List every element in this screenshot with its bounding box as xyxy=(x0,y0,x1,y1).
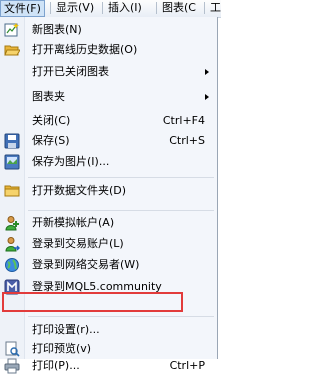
menu-item-label: 开新模拟帐户(A) xyxy=(32,216,115,229)
menu-item-open-data-folder[interactable]: 打开数据文件夹(D) xyxy=(0,181,217,201)
menu-item-label: 登录到交易账户(L) xyxy=(32,237,124,250)
menubar-separator xyxy=(102,2,103,14)
menu-item-open-offline[interactable]: 打开离线历史数据(O) xyxy=(0,40,217,60)
menu-item-open-closed-chart[interactable]: 打开已关闭图表 xyxy=(0,62,217,82)
menu-item-label: 保存(S) xyxy=(32,134,70,147)
submenu-arrow-icon xyxy=(205,69,209,75)
menubar-separator xyxy=(156,2,157,14)
menu-item-label: 新图表(N) xyxy=(32,23,82,36)
menu-item-label: 图表夹 xyxy=(32,90,65,103)
menubar-view[interactable]: 显示(V) xyxy=(53,0,97,16)
menu-item-shortcut: Ctrl+S xyxy=(169,134,205,147)
new-chart-icon xyxy=(4,23,19,37)
floppy-disk-icon xyxy=(4,133,20,149)
menu-separator xyxy=(28,210,214,211)
folder-open-icon xyxy=(4,45,20,56)
user-add-icon xyxy=(5,216,19,231)
menu-item-label: 打开离线历史数据(O) xyxy=(32,43,138,56)
menu-item-save[interactable]: 保存(S) Ctrl+S xyxy=(0,131,217,151)
menubar-insert[interactable]: 插入(I) xyxy=(105,0,145,16)
print-preview-icon xyxy=(5,341,20,357)
menubar-charts[interactable]: 图表(C xyxy=(159,0,199,16)
menu-bar: 文件(F) 显示(V) 插入(I) 图表(C 工 xyxy=(0,0,221,18)
menu-item-label: 登录到网络交易者(W) xyxy=(32,258,140,271)
submenu-arrow-icon xyxy=(205,94,209,100)
menu-item-label: 打开已关闭图表 xyxy=(32,65,109,78)
menu-item-print[interactable]: 打印(P)... Ctrl+P xyxy=(0,356,217,376)
menu-item-login-trade-account[interactable]: 登录到交易账户(L) xyxy=(0,234,217,254)
globe-icon xyxy=(5,258,19,272)
menubar-file[interactable]: 文件(F) xyxy=(0,0,45,17)
save-image-icon xyxy=(4,154,20,170)
menu-item-shortcut: Ctrl+F4 xyxy=(162,114,205,127)
menu-item-label: 保存为图片(I)... xyxy=(32,155,110,168)
menu-item-open-demo-account[interactable]: 开新模拟帐户(A) xyxy=(0,213,217,233)
annotation-highlight-box xyxy=(2,292,183,312)
menu-item-new-chart[interactable]: 新图表(N) xyxy=(0,20,217,40)
folder-icon xyxy=(4,185,20,197)
menu-item-label: 打印预览(v) xyxy=(32,342,92,355)
menu-separator xyxy=(28,177,214,178)
menu-item-login-web-trader[interactable]: 登录到网络交易者(W) xyxy=(0,255,217,275)
menubar-separator xyxy=(204,2,205,14)
menubar-tools[interactable]: 工 xyxy=(207,0,224,16)
file-menu-dropdown: 新图表(N) 打开离线历史数据(O) 打开已关闭图表 图表夹 关闭(C) Ctr… xyxy=(0,17,218,374)
menu-item-label: 打开数据文件夹(D) xyxy=(32,184,127,197)
menu-item-label: 关闭(C) xyxy=(32,114,71,127)
menu-item-label: 打印设置(r)... xyxy=(32,323,100,336)
menu-item-chart-folder[interactable]: 图表夹 xyxy=(0,87,217,107)
menu-item-shortcut: Ctrl+P xyxy=(169,359,205,372)
menubar-separator xyxy=(50,2,51,14)
menu-item-print-setup[interactable]: 打印设置(r)... xyxy=(0,320,217,340)
menu-item-label: 打印(P)... xyxy=(32,359,80,372)
printer-icon xyxy=(4,358,20,374)
menu-separator xyxy=(28,316,214,317)
menu-item-close[interactable]: 关闭(C) Ctrl+F4 xyxy=(0,111,217,131)
user-login-icon xyxy=(5,237,20,252)
menu-item-save-as-image[interactable]: 保存为图片(I)... xyxy=(0,152,217,172)
